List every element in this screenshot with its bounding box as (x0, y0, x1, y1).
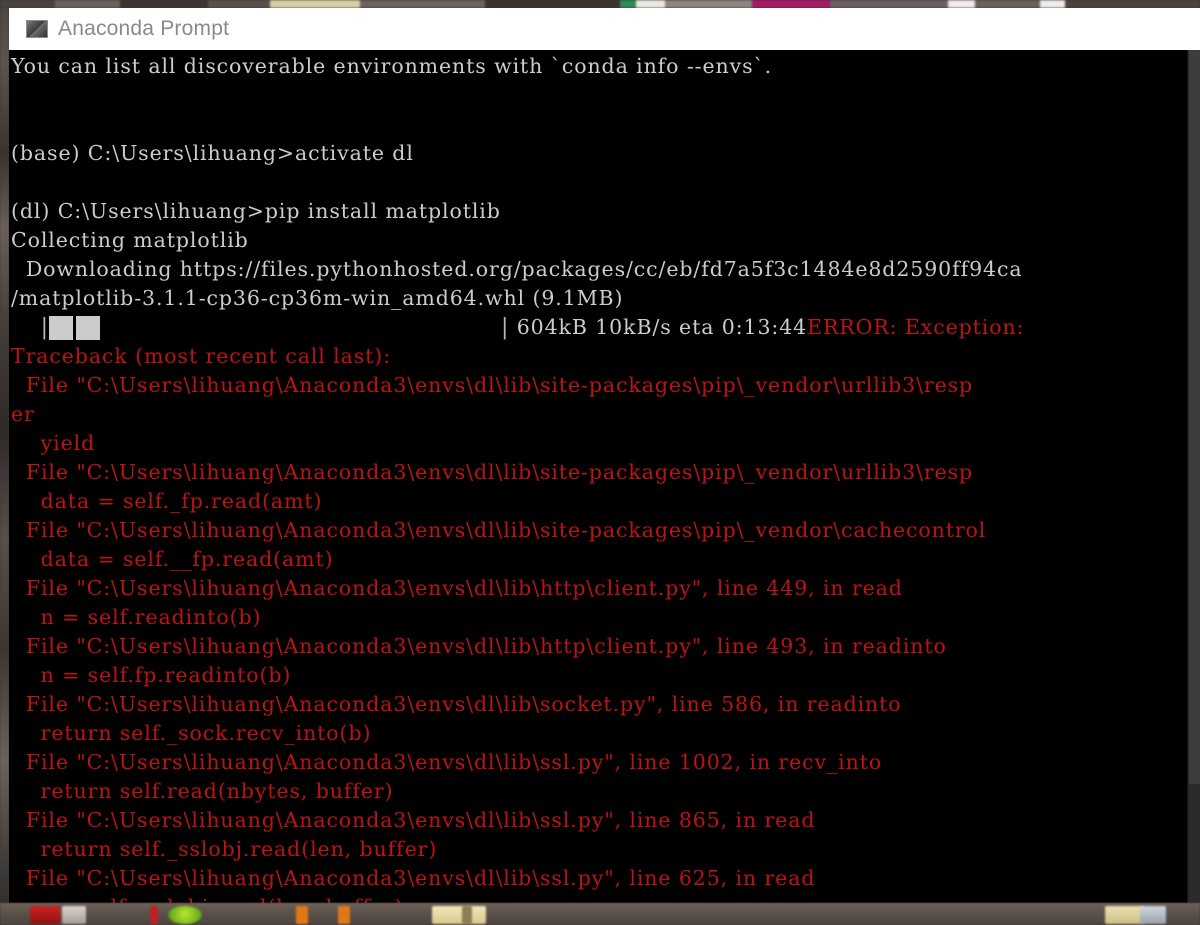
taskbar-icon[interactable] (1105, 906, 1145, 924)
traceback-line: n = self.fp.readinto(b) (11, 663, 292, 687)
window-title: Anaconda Prompt (58, 17, 230, 40)
traceback-line: data = self.__fp.read(amt) (11, 547, 334, 571)
taskbar-icon[interactable] (296, 906, 308, 924)
terminal-line-command: (base) C:\Users\lihuang>activate dl (11, 141, 414, 165)
terminal-line-download-url: Downloading https://files.pythonhosted.o… (11, 257, 1023, 281)
traceback-line: File "C:\Users\lihuang\Anaconda3\envs\dl… (11, 373, 974, 397)
terminal-line-command: (dl) C:\Users\lihuang>pip install matplo… (11, 199, 501, 223)
traceback-line: File "C:\Users\lihuang\Anaconda3\envs\dl… (11, 634, 947, 658)
taskbar-icon[interactable] (462, 906, 472, 924)
traceback-line: return self._sock.recv_into(b) (11, 721, 372, 745)
traceback-line: yield (11, 431, 96, 455)
terminal-scrollbar[interactable] (1187, 50, 1200, 903)
desktop-top-strip (0, 0, 1200, 8)
scrollbar-thumb[interactable] (1189, 50, 1200, 784)
terminal-lines: You can list all discoverable environmen… (9, 50, 1187, 903)
terminal-line: You can list all discoverable environmen… (11, 54, 773, 78)
traceback-line: File "C:\Users\lihuang\Anaconda3\envs\dl… (11, 576, 903, 600)
traceback-line: data = self._fp.read(amt) (11, 489, 323, 513)
taskbar-icon[interactable] (62, 906, 86, 924)
progress-stats: 604kB 10kB/s eta 0:13:44 (509, 315, 808, 339)
progress-error-suffix: ERROR: Exception: (807, 315, 1025, 339)
terminal-output[interactable]: You can list all discoverable environmen… (9, 50, 1200, 903)
progress-right-pipe: | (500, 315, 510, 340)
progress-bar: | | (41, 315, 510, 340)
traceback-line: File "C:\Users\lihuang\Anaconda3\envs\dl… (11, 460, 974, 484)
taskbar-icon[interactable] (168, 906, 202, 924)
traceback-line: File "C:\Users\lihuang\Anaconda3\envs\dl… (11, 518, 987, 542)
traceback-line: File "C:\Users\lihuang\Anaconda3\envs\dl… (11, 750, 883, 774)
terminal-line: Collecting matplotlib (11, 228, 249, 252)
taskbar-icon[interactable] (338, 906, 350, 924)
terminal-line-download-url-cont: /matplotlib-3.1.1-cp36-cp36m-win_amd64.w… (11, 286, 624, 310)
taskbar-icon[interactable] (432, 906, 486, 924)
download-progress-row: | | 604kB 10kB/s eta 0:13:44 ERROR: Exce… (11, 313, 1187, 342)
progress-lead-space (11, 313, 41, 342)
desktop-taskbar[interactable] (0, 903, 1200, 925)
traceback-line: File "C:\Users\lihuang\Anaconda3\envs\dl… (11, 808, 816, 832)
progress-block (48, 315, 73, 340)
taskbar-icon[interactable] (1140, 906, 1166, 924)
progress-block (75, 315, 100, 340)
console-window-icon (26, 20, 48, 38)
traceback-line: return self.read(nbytes, buffer) (11, 779, 394, 803)
progress-left-pipe: | (40, 315, 49, 340)
traceback-line: return self._sslobj.read(len, buffer) (11, 837, 438, 861)
taskbar-icon[interactable] (30, 906, 60, 924)
traceback-line: File "C:\Users\lihuang\Anaconda3\envs\dl… (11, 866, 816, 890)
desktop-left-strip (0, 8, 9, 925)
traceback-line: er (11, 402, 35, 426)
taskbar-icon[interactable] (150, 906, 158, 924)
screen: Anaconda Prompt You can list all discove… (0, 0, 1200, 925)
traceback-line: File "C:\Users\lihuang\Anaconda3\envs\dl… (11, 692, 902, 716)
traceback-header: Traceback (most recent call last): (11, 344, 392, 368)
traceback-line: v = self._sslobj.read(len, buffer) (11, 893, 1187, 903)
anaconda-prompt-window[interactable]: Anaconda Prompt You can list all discove… (9, 8, 1200, 903)
traceback-line: n = self.readinto(b) (11, 605, 262, 629)
window-titlebar[interactable]: Anaconda Prompt (9, 8, 1200, 50)
